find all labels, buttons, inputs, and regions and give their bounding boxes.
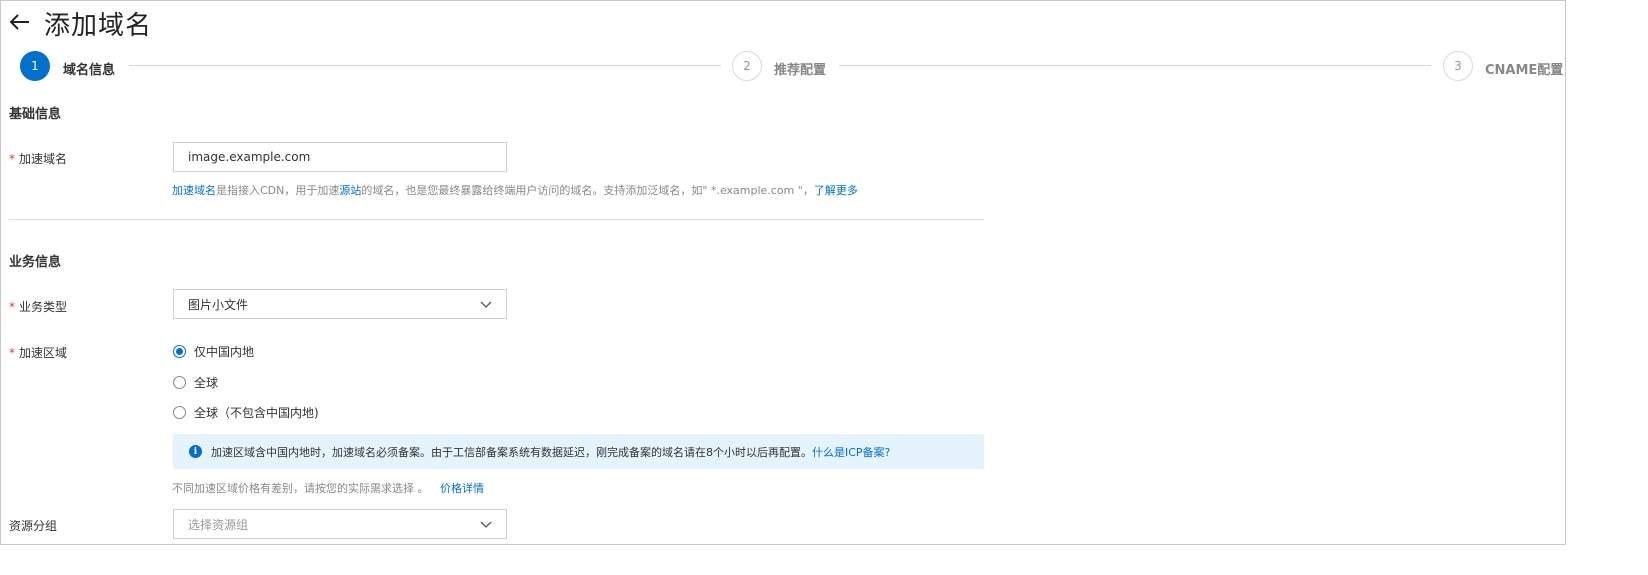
step-3-circle: 3 [1443,51,1473,81]
region-label: * 加速区域 [9,344,67,361]
page-frame: 添加域名 1 域名信息 2 推荐配置 3 CNAME配置 基础信息 * 加速域名 … [0,0,1566,545]
domain-label: * 加速域名 [9,150,67,167]
business-type-select[interactable]: 图片小文件 [173,289,507,319]
icp-link[interactable]: 什么是ICP备案? [812,444,890,460]
origin-link[interactable]: 源站 [339,184,361,197]
required-mark: * [9,300,15,314]
domain-help-text: 加速域名是指接入CDN，用于加速源站的域名，也是您最终暴露给终端用户访问的域名。… [172,182,858,198]
page-title: 添加域名 [44,10,153,41]
step-2-circle: 2 [732,51,762,81]
step-1-label: 域名信息 [63,63,116,78]
region-option-label: 仅中国内地 [194,345,255,359]
domain-input[interactable] [173,142,507,172]
region-option-global[interactable]: 全球 [173,374,218,391]
radio-unchecked-icon[interactable] [173,406,186,419]
business-type-label-text: 业务类型 [19,300,68,314]
region-label-text: 加速区域 [19,346,68,360]
region-option-global-excl-mainland[interactable]: 全球（不包含中国内地) [173,404,319,421]
back-arrow-icon[interactable] [9,11,35,35]
business-type-label: * 业务类型 [9,298,67,315]
icp-notice: i 加速区域含中国内地时，加速域名必须备案。由于工信部备案系统有数据延迟，刚完成… [173,434,984,469]
radio-checked-icon[interactable] [173,345,186,358]
resource-group-label: 资源分组 [9,519,58,533]
learn-more-link[interactable]: 了解更多 [814,184,858,197]
radio-unchecked-icon[interactable] [173,376,186,389]
help-text-2: 的域名，也是您最终暴露给终端用户访问的域名。支持添加泛域名，如" *.examp… [361,184,814,197]
price-note-text: 不同加速区域价格有差别，请按您的实际需求选择 。 [172,482,429,495]
help-text-1: 是指接入CDN，用于加速 [216,184,340,197]
price-note: 不同加速区域价格有差别，请按您的实际需求选择 。 价格详情 [172,480,484,496]
step-1-circle: 1 [20,51,50,81]
step-2-label: 推荐配置 [774,63,827,78]
chevron-down-icon [480,301,492,308]
price-details-link[interactable]: 价格详情 [440,482,484,495]
info-icon: i [189,445,202,458]
required-mark: * [9,346,15,360]
section-title-business: 业务信息 [9,255,62,270]
chevron-down-icon [480,521,492,528]
domain-label-text: 加速域名 [19,152,68,166]
required-mark: * [9,152,15,166]
region-option-mainland[interactable]: 仅中国内地 [173,343,254,360]
region-option-label: 全球 [194,376,219,390]
resource-group-placeholder: 选择资源组 [188,517,249,532]
page-header: 添加域名 [9,3,152,43]
region-option-label: 全球（不包含中国内地) [194,406,319,420]
step-connector-1 [129,65,721,66]
icp-notice-text: 加速区域含中国内地时，加速域名必须备案。由于工信部备案系统有数据延迟，刚完成备案… [211,445,812,459]
step-3-label: CNAME配置 [1485,63,1564,78]
section-divider [9,219,984,220]
section-title-basic: 基础信息 [9,107,62,122]
business-type-value: 图片小文件 [188,297,249,312]
accelerated-domain-link[interactable]: 加速域名 [172,184,216,197]
resource-group-select[interactable]: 选择资源组 [173,509,507,539]
step-connector-2 [839,65,1431,66]
